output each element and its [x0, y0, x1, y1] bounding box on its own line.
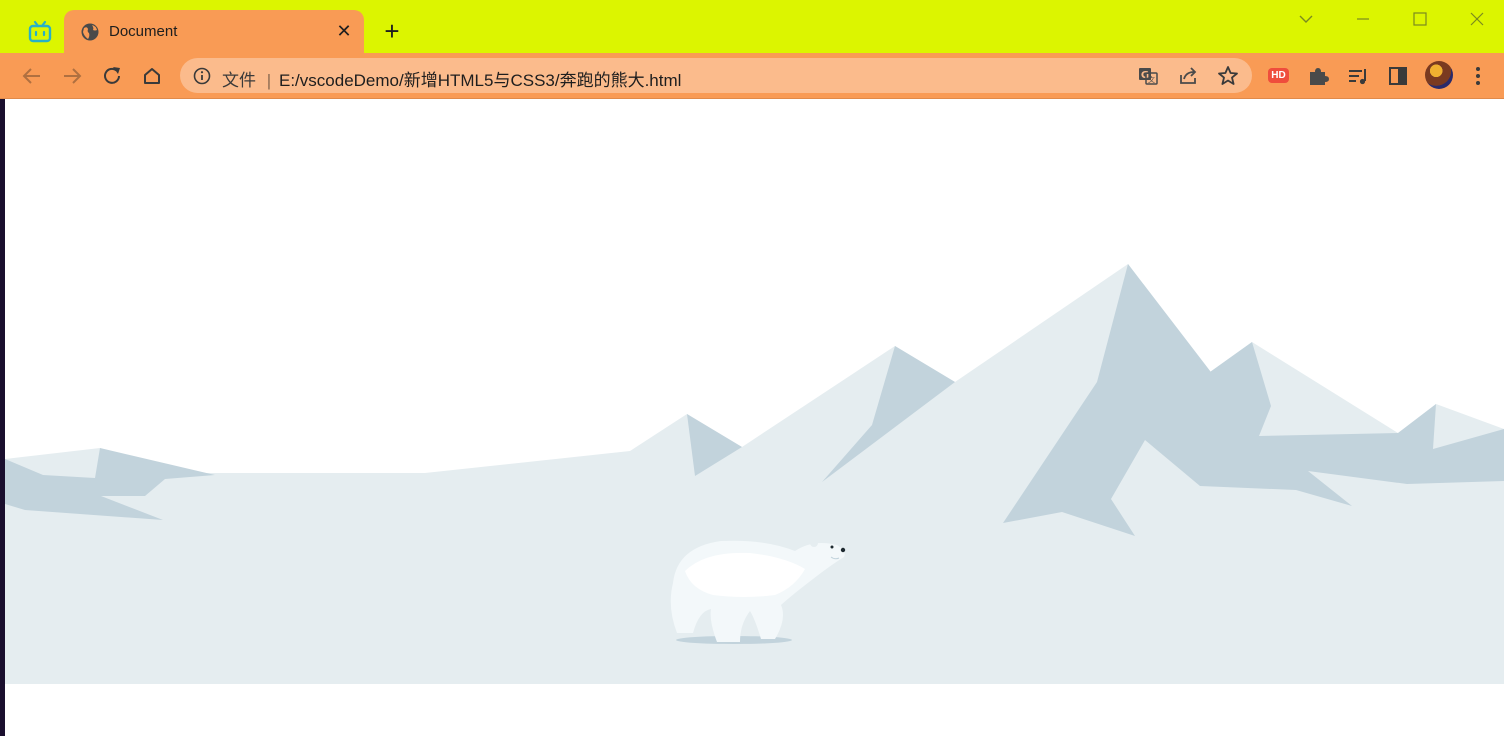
close-tab-icon[interactable]: ✕	[334, 20, 354, 42]
site-info-icon[interactable]	[192, 66, 212, 86]
address-bar[interactable]: 文件 | E:/vscodeDemo/新增HTML5与CSS3/奔跑的熊大.ht…	[180, 58, 1252, 93]
media-playlist-icon[interactable]	[1345, 63, 1371, 89]
browser-toolbar: 文件 | E:/vscodeDemo/新增HTML5与CSS3/奔跑的熊大.ht…	[0, 53, 1504, 99]
close-window-icon[interactable]	[1463, 8, 1491, 30]
translate-icon[interactable]: G 文	[1136, 64, 1160, 88]
snow-mountain-scene	[5, 264, 1504, 684]
forward-icon[interactable]	[59, 63, 85, 89]
new-tab-button[interactable]: +	[378, 18, 406, 46]
back-icon[interactable]	[19, 63, 45, 89]
bookmark-star-icon[interactable]	[1216, 64, 1240, 88]
page-viewport	[5, 99, 1504, 736]
tab-document[interactable]: Document ✕	[64, 10, 364, 54]
browser-window: Document ✕ + 文件 | E:/vscodeDemo/新增HTML5与…	[0, 0, 1504, 736]
address-scheme: 文件 |	[222, 71, 272, 90]
reload-icon[interactable]	[99, 63, 125, 89]
menu-kebab-icon[interactable]	[1465, 63, 1491, 89]
maximize-icon[interactable]	[1406, 8, 1434, 30]
tab-strip: Document ✕ +	[0, 0, 1504, 54]
profile-avatar[interactable]	[1425, 61, 1453, 89]
share-icon[interactable]	[1176, 64, 1200, 88]
home-icon[interactable]	[139, 63, 165, 89]
address-url[interactable]: E:/vscodeDemo/新增HTML5与CSS3/奔跑的熊大.html	[279, 66, 681, 91]
tab-title: Document	[109, 23, 178, 40]
minimize-icon[interactable]	[1349, 8, 1377, 30]
tab-search-icon[interactable]	[1292, 8, 1320, 30]
globe-icon	[81, 23, 99, 41]
side-panel-icon[interactable]	[1385, 63, 1411, 89]
bilibili-tv-icon[interactable]	[26, 20, 54, 44]
svg-text:文: 文	[1148, 75, 1155, 84]
extensions-puzzle-icon[interactable]	[1305, 63, 1331, 89]
hd-extension-badge[interactable]: HD	[1268, 68, 1289, 83]
